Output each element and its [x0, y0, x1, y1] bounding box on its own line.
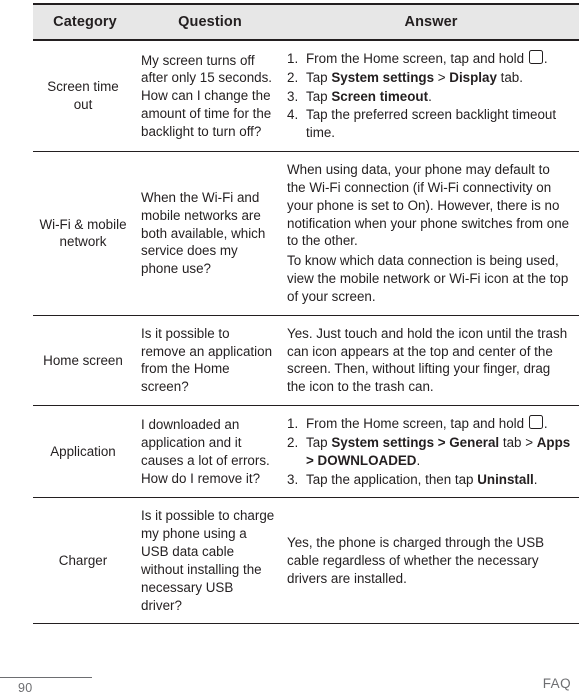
cell-answer: Yes. Just touch and hold the icon until … — [283, 315, 579, 407]
answer-paragraph: To know which data connection is being u… — [287, 253, 569, 304]
emphasis: Uninstall — [477, 471, 534, 487]
emphasis: Display — [449, 69, 497, 85]
cell-category: Home screen — [33, 315, 137, 407]
cell-category: Wi-Fi & mobile network — [33, 151, 137, 316]
answer-paragraph: Yes. Just touch and hold the icon until … — [287, 325, 568, 395]
answer-step: Tap the application, then tap Uninstall. — [287, 471, 538, 489]
answer-step: Tap the preferred screen backlight timeo… — [287, 106, 557, 141]
cell-answer: From the Home screen, tap and hold . Tap… — [283, 405, 579, 499]
table-row: Home screen Is it possible to remove an … — [33, 315, 579, 407]
cell-question: When the Wi-Fi and mobile networks are b… — [137, 151, 283, 316]
answer-step: From the Home screen, tap and hold . — [287, 415, 548, 433]
table-row: Screen time out My screen turns off afte… — [33, 40, 579, 153]
cell-category: Screen time out — [33, 40, 137, 153]
answer-step: Tap System settings > Display tab. — [287, 69, 523, 87]
menu-key-icon — [528, 50, 543, 64]
cell-category: Application — [33, 405, 137, 499]
answer-step-list: From the Home screen, tap and hold . Tap… — [287, 415, 571, 488]
table-body: Screen time out My screen turns off afte… — [33, 40, 579, 625]
table-row: Application I downloaded an application … — [33, 405, 579, 499]
cell-answer: When using data, your phone may default … — [283, 151, 579, 316]
answer-step: From the Home screen, tap and hold . — [287, 50, 548, 68]
cell-question: Is it possible to remove an application … — [137, 315, 283, 407]
table-header-row: Category Question Answer — [33, 3, 579, 41]
faq-page: Category Question Answer Screen time out… — [0, 0, 579, 700]
column-header-answer: Answer — [283, 3, 579, 41]
footer-section-label: FAQ — [542, 676, 571, 691]
emphasis: System settings > General — [331, 434, 500, 450]
cell-answer: From the Home screen, tap and hold . Tap… — [283, 40, 579, 153]
footer-divider — [0, 677, 92, 679]
table-row: Charger Is it possible to charge my phon… — [33, 497, 579, 625]
answer-step: Tap Screen timeout. — [287, 88, 432, 106]
answer-step: Tap System settings > General tab > Apps… — [287, 434, 571, 468]
column-header-question: Question — [137, 3, 283, 41]
table-row: Wi-Fi & mobile network When the Wi-Fi an… — [33, 151, 579, 316]
cell-question: I downloaded an application and it cause… — [137, 405, 283, 499]
cell-question: Is it possible to charge my phone using … — [137, 497, 283, 625]
column-header-category: Category — [33, 3, 137, 41]
emphasis: Screen timeout — [331, 88, 429, 104]
cell-question: My screen turns off after only 15 second… — [137, 40, 283, 153]
answer-paragraph: Yes, the phone is charged through the US… — [287, 535, 545, 586]
table-header: Category Question Answer — [33, 3, 579, 41]
page-number: 90 — [18, 681, 33, 695]
answer-paragraph: When using data, your phone may default … — [287, 162, 570, 249]
cell-category: Charger — [33, 497, 137, 625]
cell-answer: Yes, the phone is charged through the US… — [283, 497, 579, 625]
menu-key-icon — [528, 415, 543, 430]
answer-step-list: From the Home screen, tap and hold . Tap… — [287, 50, 571, 142]
emphasis: System settings — [331, 69, 435, 85]
faq-table: Category Question Answer Screen time out… — [33, 3, 579, 625]
